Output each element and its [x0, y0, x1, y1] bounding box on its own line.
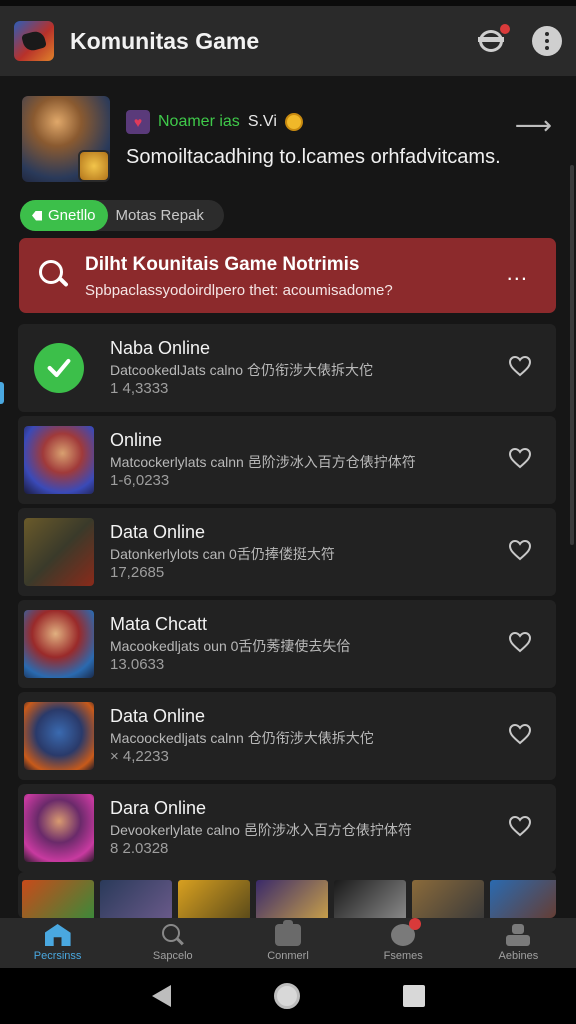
- heart-icon[interactable]: [508, 446, 532, 470]
- game-thumbnail: [24, 426, 94, 494]
- home-icon: [44, 924, 71, 946]
- home-circle-icon[interactable]: [273, 983, 300, 1009]
- alert-banner[interactable]: Dilht Kounitais Game Notrimis Spbpaclass…: [19, 238, 556, 313]
- notification-dot: [500, 24, 510, 34]
- ninja-profile-icon[interactable]: [476, 24, 510, 56]
- strip-thumbnail[interactable]: [22, 880, 94, 918]
- tab-label: Conmerl: [267, 950, 309, 962]
- tab-account[interactable]: Aebines: [461, 918, 576, 968]
- chip-active[interactable]: Gnetllo: [20, 200, 108, 231]
- item-count: × 4,2233: [110, 748, 169, 765]
- app-logo: [14, 21, 54, 61]
- main-content: ♥ Noamer ias S.Vi ⟶ Somoiltacadhing to.l…: [0, 76, 576, 918]
- featured-name: Noamer ias: [158, 113, 240, 130]
- item-count: 13.0633: [110, 656, 165, 673]
- list-item[interactable]: Dara Online Devookerlylate calno 邑阶涉冰入百方…: [18, 784, 556, 872]
- search-icon: [39, 260, 69, 290]
- alert-more-icon[interactable]: ...: [507, 260, 528, 286]
- list-item[interactable]: Data Online Macoockedljats calnn 仓仍衔涉大俵拆…: [18, 692, 556, 780]
- filter-chips: Gnetllo Motas Repak: [20, 200, 224, 231]
- account-icon: [505, 924, 531, 946]
- tab-label: Pecrsinss: [33, 950, 82, 962]
- check-icon: [24, 334, 94, 402]
- chip-active-label: Gnetllo: [48, 207, 96, 224]
- app-bar: Komunitas Game: [0, 6, 576, 76]
- alert-title: Dilht Kounitais Game Notrimis: [85, 254, 360, 275]
- featured-badge-icon: [78, 150, 110, 182]
- game-thumbnail-strip: [18, 872, 556, 918]
- item-title: Mata Chcatt: [110, 614, 208, 634]
- arrow-right-icon[interactable]: ⟶: [515, 110, 552, 141]
- strip-thumbnail[interactable]: [178, 880, 250, 918]
- system-nav-bar: [0, 968, 576, 1024]
- item-subtitle: Macookedljats oun 0舌仍莠捿使去失佮: [110, 638, 351, 654]
- item-subtitle: Devookerlylate calno 邑阶涉冰入百方仓俵拧体符: [110, 822, 412, 838]
- tab-search[interactable]: Sapcelo: [115, 918, 230, 968]
- item-count: 8 2.0328: [110, 840, 169, 857]
- item-count: 1-6,0233: [110, 472, 170, 489]
- alert-subtitle: Spbpaclassyodoirdlpero thet: acoumisadom…: [85, 282, 393, 299]
- item-title: Naba Online: [110, 338, 211, 358]
- tab-home[interactable]: Pecrsinss: [0, 918, 115, 968]
- notification-badge: [409, 918, 422, 930]
- item-title: Dara Online: [110, 798, 207, 818]
- app-title: Komunitas Game: [70, 27, 260, 54]
- game-thumbnail: [24, 702, 94, 770]
- item-count: 17,2685: [110, 564, 165, 581]
- list-item[interactable]: Online Matcockerlylats calnn 邑阶涉冰入百方仓俵拧体…: [18, 416, 556, 504]
- tab-label: Sapcelo: [152, 950, 193, 962]
- strip-thumbnail[interactable]: [412, 880, 484, 918]
- scrollbar[interactable]: [570, 165, 574, 545]
- list-item[interactable]: Naba Online Datcookedl​Jats calno 仓仍衔涉大俵…: [18, 324, 556, 412]
- heart-icon[interactable]: [508, 630, 532, 654]
- back-icon[interactable]: [151, 985, 171, 1007]
- heart-icon[interactable]: [508, 354, 532, 378]
- heart-badge-icon: ♥: [126, 110, 150, 134]
- featured-game-art: [22, 96, 110, 182]
- item-subtitle: Datonkerlylots can 0舌仍捧偻挺大符: [110, 546, 335, 562]
- heart-icon[interactable]: [508, 538, 532, 562]
- list-item[interactable]: Mata Chcatt Macookedljats oun 0舌仍莠捿使去失佮 …: [18, 600, 556, 688]
- heart-icon[interactable]: [508, 722, 532, 746]
- game-list: Naba Online Datcookedl​Jats calno 仓仍衔涉大俵…: [18, 324, 556, 876]
- strip-thumbnail[interactable]: [256, 880, 328, 918]
- tab-label: Aebines: [498, 950, 539, 962]
- more-options-icon[interactable]: [532, 26, 562, 56]
- item-subtitle: Datcookedl​Jats calno 仓仍衔涉大俵拆大佗: [110, 362, 373, 378]
- item-title: Data Online: [110, 522, 206, 542]
- featured-tag: S.Vi: [247, 113, 277, 130]
- game-thumbnail: [24, 794, 94, 862]
- item-title: Online: [110, 430, 163, 450]
- notification-icon: [391, 918, 422, 946]
- item-subtitle: Macoockedljats calnn 仓仍衔涉大俵拆大佗: [110, 730, 374, 746]
- featured-card[interactable]: ♥ Noamer ias S.Vi ⟶ Somoiltacadhing to.l…: [22, 96, 556, 186]
- strip-thumbnail[interactable]: [334, 880, 406, 918]
- label-icon: [32, 210, 42, 221]
- tab-label: Fsemes: [383, 950, 423, 962]
- bottom-tab-bar: Pecrsinss Sapcelo Conmerl Fsemes Aebines: [0, 918, 576, 968]
- item-count: 1 4,3333: [110, 380, 169, 397]
- search-icon: [160, 924, 186, 946]
- item-title: Data Online: [110, 706, 206, 726]
- tab-games[interactable]: Conmerl: [230, 918, 345, 968]
- game-thumbnail: [24, 518, 94, 586]
- strip-thumbnail[interactable]: [490, 880, 556, 918]
- coin-icon: [284, 113, 303, 131]
- edge-handle[interactable]: [0, 382, 4, 404]
- featured-description: Somoiltacadhing to.lcames orhfadvitcams.: [126, 146, 501, 168]
- list-item[interactable]: Data Online Datonkerlylots can 0舌仍捧偻挺大符 …: [18, 508, 556, 596]
- recents-icon[interactable]: [402, 985, 425, 1007]
- game-thumbnail: [24, 610, 94, 678]
- gamepad-icon: [275, 920, 301, 946]
- heart-icon[interactable]: [508, 814, 532, 838]
- strip-thumbnail[interactable]: [100, 880, 172, 918]
- item-subtitle: Matcockerlylats calnn 邑阶涉冰入百方仓俵拧体符: [110, 454, 416, 470]
- tab-notifications[interactable]: Fsemes: [346, 918, 461, 968]
- chip-inactive[interactable]: Motas Repak: [108, 200, 212, 231]
